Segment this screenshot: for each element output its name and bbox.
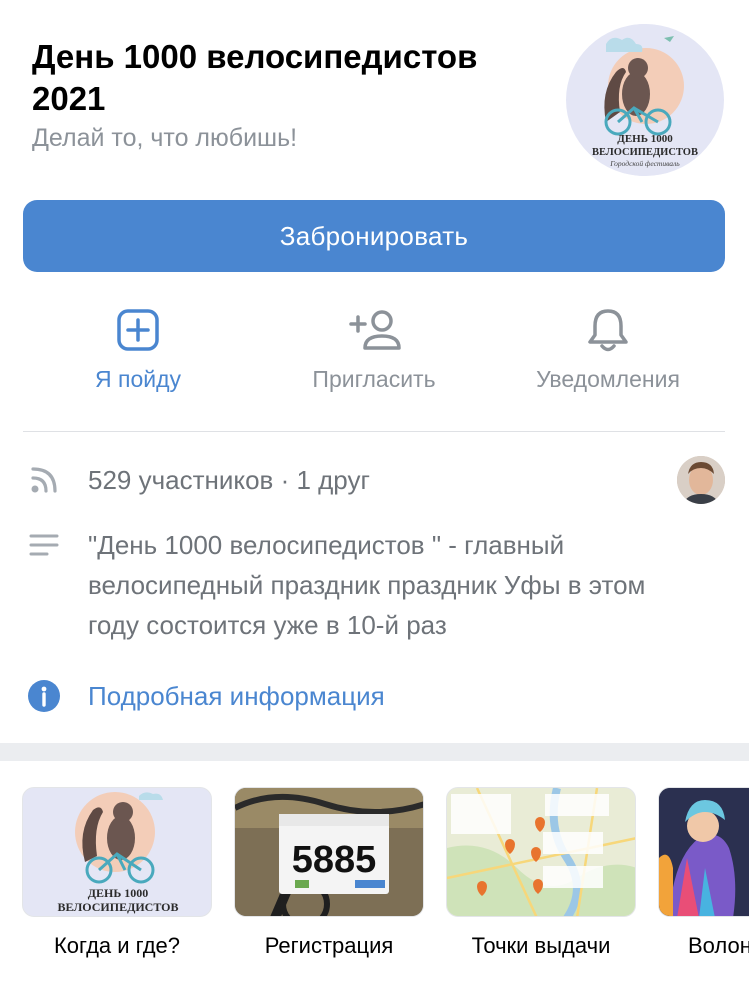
logo-text-line2: ВЕЛОСИПЕДИСТОВ: [592, 147, 698, 158]
card-pickup-points[interactable]: Точки выдачи: [446, 787, 636, 959]
friend-avatar[interactable]: [677, 456, 725, 504]
invite-button[interactable]: Пригласить: [285, 300, 463, 400]
notifications-label: Уведомления: [536, 366, 680, 392]
logo-text-line3: Городской фестиваль: [609, 159, 680, 168]
festival-logo-image: ДЕНЬ 1000 ВЕЛОСИПЕДИСТОВ Городской фести…: [569, 24, 721, 176]
card-label: Когда и где?: [53, 933, 181, 958]
card-thumbnail: 5885: [234, 787, 424, 917]
invite-label: Пригласить: [312, 366, 436, 392]
notifications-button[interactable]: Уведомления: [512, 300, 704, 400]
card-when-where[interactable]: ДЕНЬ 1000 ВЕЛОСИПЕДИСТОВ Когда и где?: [22, 787, 212, 959]
members-row[interactable]: 529 участников · 1 друг: [0, 460, 749, 500]
card-thumbnail: [658, 787, 749, 917]
add-person-icon: [344, 300, 404, 360]
bell-icon: [578, 300, 638, 360]
more-info-row[interactable]: Подробная информация: [0, 676, 749, 716]
description-row: "День 1000 велосипедистов " - главный ве…: [0, 525, 749, 649]
logo-text-line1: ДЕНЬ 1000: [617, 133, 673, 145]
card-volunteers[interactable]: Волон: [658, 787, 749, 959]
plus-square-icon: [108, 300, 168, 360]
card-thumbnail: [446, 787, 636, 917]
card-label: Точки выдачи: [471, 933, 611, 958]
event-subtitle: Делай то, что любишь!: [32, 124, 298, 152]
card-label: Волон: [688, 933, 749, 958]
card-label: Регистрация: [264, 933, 394, 958]
members-count: 529 участников · 1 друг: [88, 465, 370, 495]
card-thumbnail: ДЕНЬ 1000 ВЕЛОСИПЕДИСТОВ: [22, 787, 212, 917]
divider: [23, 431, 725, 432]
event-logo[interactable]: ДЕНЬ 1000 ВЕЛОСИПЕДИСТОВ Городской фести…: [566, 24, 724, 176]
event-actions: Я пойду Пригласить Уведомления: [0, 300, 749, 410]
members-icon: [26, 462, 62, 498]
event-description: "День 1000 велосипедистов " - главный ве…: [88, 530, 646, 640]
card-registration[interactable]: 5885 Регистрация: [234, 787, 424, 959]
bib-number: 5885: [292, 839, 377, 881]
section-separator: [0, 743, 749, 761]
event-title: День 1000 велосипедистов 2021: [32, 38, 478, 117]
event-header: День 1000 велосипедистов 2021 Делай то, …: [0, 0, 749, 190]
info-icon: [26, 678, 62, 714]
cards-carousel[interactable]: ДЕНЬ 1000 ВЕЛОСИПЕДИСТОВ Когда и где? 58…: [0, 787, 749, 981]
card-logo-line1: ДЕНЬ 1000: [88, 886, 149, 900]
going-label: Я пойду: [94, 366, 181, 392]
text-lines-icon: [26, 527, 62, 563]
book-button[interactable]: Забронировать: [23, 200, 725, 272]
more-info-link[interactable]: Подробная информация: [88, 676, 385, 716]
going-button[interactable]: Я пойду: [63, 300, 213, 400]
card-logo-line2: ВЕЛОСИПЕДИСТОВ: [57, 900, 178, 914]
